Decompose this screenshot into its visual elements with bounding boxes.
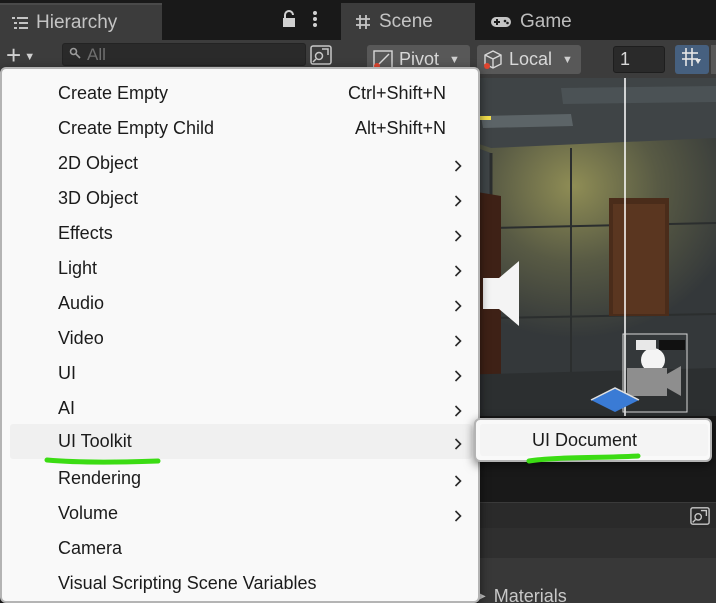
list-icon [12,16,28,30]
hierarchy-search[interactable] [62,43,306,66]
menu-item-ai[interactable]: AI [10,391,472,426]
menu-item-2d-object[interactable]: 2D Object [10,146,472,181]
chevron-right-icon [454,261,462,282]
project-search-bar[interactable] [478,502,716,528]
menu-item-label: Camera [58,538,123,558]
gamepad-icon [490,15,512,29]
menu-item-audio[interactable]: Audio [10,286,472,321]
grid-snap-button[interactable] [675,45,709,74]
chevron-right-icon [454,226,462,247]
local-label: Local [509,49,553,69]
local-cube-icon [483,49,503,70]
chevron-down-icon: ▼ [449,53,460,66]
menu-item-label: UI [58,363,76,383]
menu-item-shortcut: Ctrl+Shift+N [347,83,446,103]
menu-item-create-empty-child[interactable]: Create Empty Child Alt+Shift+N [10,111,472,146]
menu-item-label: Visual Scripting Scene Variables [58,573,317,593]
menu-item-label: AI [58,398,76,418]
menu-item-rendering[interactable]: Rendering [10,461,472,496]
chevron-right-icon [454,506,462,527]
materials-section[interactable]: ▶ Materials [478,586,567,603]
menu-item-ui-toolkit[interactable]: UI Toolkit [10,424,472,459]
grid-snap-icon [681,47,703,72]
search-icon [69,46,81,64]
chevron-right-icon [454,471,462,492]
menu-item-light[interactable]: Light [10,251,472,286]
menu-item-effects[interactable]: Effects [10,216,472,251]
menu-item-create-empty[interactable]: Create Empty Ctrl+Shift+N [10,76,472,111]
menu-item-label: 2D Object [58,153,139,173]
chevron-right-icon [454,331,462,352]
chevron-right-icon [454,434,462,455]
menu-item-label: Create Empty [58,83,169,103]
menu-item-ui[interactable]: UI [10,356,472,391]
menu-item-label: UI Toolkit [58,431,132,451]
chevron-right-icon [454,296,462,317]
submenu-item-label: UI Document [532,429,638,450]
menu-item-label: Effects [58,223,113,243]
chevron-right-icon [454,366,462,387]
menu-item-label: Light [58,258,98,278]
hierarchy-toolbar: + ▼ [0,40,341,70]
menu-item-shortcut: Alt+Shift+N [354,118,446,138]
menu-item-volume[interactable]: Volume [10,496,472,531]
ui-toolkit-submenu: UI Document [474,418,712,462]
tab-game-label: Game [520,10,572,32]
menu-item-label: Video [58,328,104,348]
grid-size-field[interactable]: 1 [613,46,665,73]
search-mode-icon[interactable] [310,45,332,65]
inspector-lower-panel: ▶ Materials [478,528,716,603]
tab-hierarchy-label: Hierarchy [36,11,118,33]
tab-scene[interactable]: Scene [341,3,475,40]
tab-hierarchy[interactable]: Hierarchy [0,3,162,40]
hierarchy-tab-actions [282,10,318,33]
create-context-menu: Create Empty Ctrl+Shift+N Create Empty C… [0,67,480,603]
editor-tab-strip: Hierarchy Scene Game [0,0,716,40]
menu-item-label: Rendering [58,468,142,488]
chevron-down-icon: ▼ [24,50,36,63]
search-mode-icon[interactable] [690,506,710,526]
chevron-right-icon [454,191,462,212]
chevron-right-icon [454,156,462,177]
chevron-right-icon [454,401,462,422]
menu-item-label: Volume [58,503,119,523]
grid-options-button[interactable] [711,45,716,74]
tab-scene-label: Scene [379,10,433,32]
menu-item-label: 3D Object [58,188,139,208]
menu-item-label: Audio [58,293,105,313]
menu-item-video[interactable]: Video [10,321,472,356]
submenu-item-ui-document[interactable]: UI Document [480,424,708,456]
menu-item-camera[interactable]: Camera [10,531,472,566]
plus-icon: + [6,40,22,70]
menu-item-visual-scripting-scene-variables[interactable]: Visual Scripting Scene Variables [10,566,472,601]
chevron-down-icon: ▼ [562,53,573,66]
hash-icon [355,14,371,30]
materials-label: Materials [493,586,567,603]
lock-icon[interactable] [282,10,296,33]
search-input[interactable] [87,44,277,65]
tab-game[interactable]: Game [480,3,600,40]
more-options-icon[interactable] [312,10,318,33]
add-object-button[interactable]: + ▼ [6,40,48,70]
menu-item-label: Create Empty Child [58,118,215,138]
local-dropdown[interactable]: Local ▼ [477,45,581,74]
menu-item-3d-object[interactable]: 3D Object [10,181,472,216]
